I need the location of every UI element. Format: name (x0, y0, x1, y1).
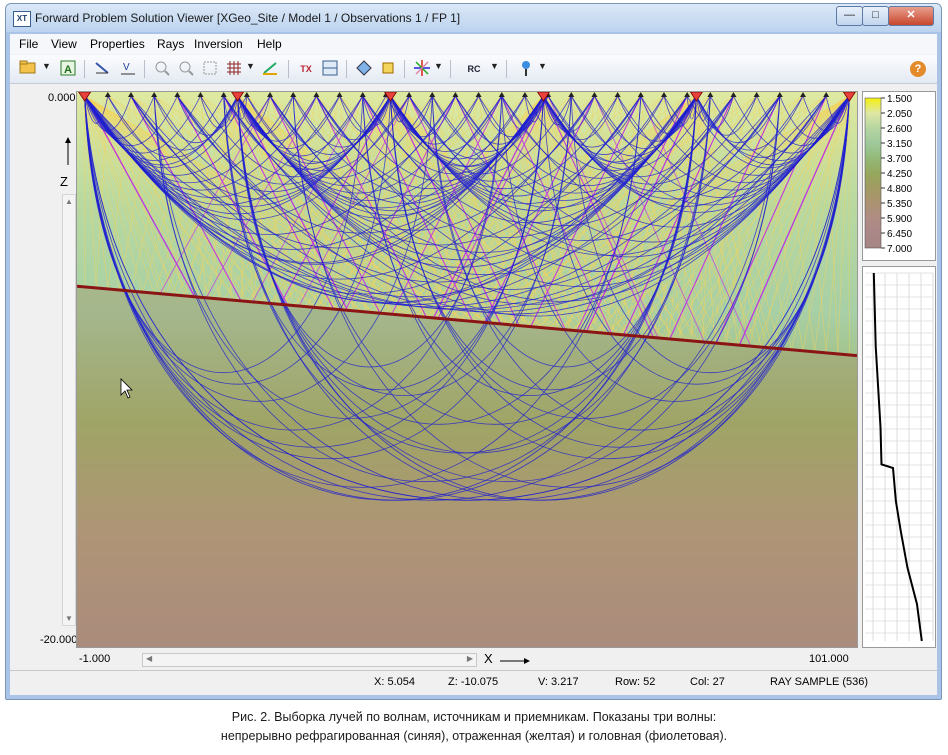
layout-icon[interactable] (320, 59, 340, 79)
client-area: File View Properties Rays Inversion Help… (10, 34, 937, 695)
ruler-icon[interactable] (92, 59, 112, 79)
status-bar: X: 5.054 Z: -10.075 V: 3.217 Row: 52 Col… (10, 670, 937, 695)
pin-dropdown-icon[interactable]: ▼ (538, 61, 547, 71)
status-col: Col: 27 (690, 676, 725, 688)
toolbar-separator (144, 60, 145, 78)
open-dropdown-icon[interactable]: ▼ (42, 61, 51, 71)
menu-file[interactable]: File (19, 37, 38, 51)
colorscale-label: 4.800 (887, 184, 912, 195)
colorscale-label: 3.700 (887, 154, 912, 165)
x-right-label: 101.000 (809, 653, 849, 665)
pin-icon[interactable] (516, 59, 536, 79)
x-axis-arrow-icon (500, 654, 530, 668)
v-arrow-icon[interactable]: V (118, 59, 138, 79)
svg-text:A: A (64, 64, 72, 76)
figure-caption-line1: Рис. 2. Выборка лучей по волнам, источни… (231, 710, 717, 724)
colorscale-label: 2.050 (887, 109, 912, 120)
title-bar[interactable]: XT Forward Problem Solution Viewer [XGeo… (6, 4, 941, 32)
status-v: V: 3.217 (538, 676, 579, 688)
toolbar-separator (450, 60, 451, 78)
close-button[interactable]: ✕ (888, 6, 934, 26)
menu-help[interactable]: Help (257, 37, 282, 51)
velocity-curve (872, 272, 923, 642)
colorscale-label: 5.350 (887, 199, 912, 210)
status-z: Z: -10.075 (448, 676, 499, 688)
zoom-out-icon[interactable] (176, 59, 196, 79)
status-x: X: 5.054 (374, 676, 415, 688)
grid-icon[interactable] (224, 59, 244, 79)
menu-view[interactable]: View (51, 37, 77, 51)
y-bottom-label: -20.000 (40, 634, 78, 646)
star-icon[interactable] (412, 59, 432, 79)
status-mode: RAY SAMPLE (536) (770, 676, 869, 688)
vertical-scrollbar[interactable]: ▲ ▼ (62, 194, 76, 626)
status-row: Row: 52 (615, 676, 656, 688)
fill-icon[interactable] (354, 59, 374, 79)
toolbar-separator (346, 60, 347, 78)
window-title: Forward Problem Solution Viewer [XGeo_Si… (35, 11, 461, 25)
app-icon: XT (13, 11, 31, 27)
toolbar: ▼ A V ▼ TX ▼ RC ▼ ▼ ? (10, 55, 937, 84)
crop-icon[interactable] (378, 59, 398, 79)
colorscale-label: 4.250 (887, 169, 912, 180)
z-axis-arrow-icon (64, 137, 72, 168)
toolbar-separator (84, 60, 85, 78)
zoom-fit-icon[interactable] (200, 59, 220, 79)
scroll-right-icon[interactable]: ▶ (467, 654, 473, 663)
figure-caption-line2: непрерывно рефрагированная (синяя), отра… (220, 729, 728, 743)
x-left-label: -1.000 (79, 653, 111, 665)
colorscale-label: 2.600 (887, 124, 912, 135)
ray-plot[interactable] (76, 91, 858, 648)
menu-bar: File View Properties Rays Inversion Help (10, 34, 937, 54)
menu-properties[interactable]: Properties (90, 37, 145, 51)
colorscale-bar (864, 97, 882, 249)
toolbar-separator (404, 60, 405, 78)
y-top-label: 0.000 (48, 92, 76, 104)
scroll-left-icon[interactable]: ◀ (146, 654, 152, 663)
z-axis-label: Z (60, 174, 68, 189)
app-window: XT Forward Problem Solution Viewer [XGeo… (5, 3, 942, 700)
help-icon[interactable]: ? (910, 61, 926, 77)
x-axis-label: X (484, 651, 493, 666)
open-icon[interactable] (18, 59, 38, 79)
maximize-button[interactable]: □ (862, 6, 889, 26)
colorscale-label: 7.000 (887, 244, 912, 255)
tx-icon[interactable]: TX (296, 59, 316, 79)
text-a-icon[interactable]: A (58, 59, 78, 79)
colorscale-label: 1.500 (887, 94, 912, 105)
scroll-up-icon[interactable]: ▲ (65, 197, 73, 206)
rc-dropdown-icon[interactable]: ▼ (490, 61, 499, 71)
zoom-in-icon[interactable] (152, 59, 172, 79)
scroll-down-icon[interactable]: ▼ (65, 614, 73, 623)
line-tool-icon[interactable] (260, 59, 280, 79)
star-dropdown-icon[interactable]: ▼ (434, 61, 443, 71)
horizontal-scrollbar[interactable]: ◀ ▶ (142, 653, 477, 667)
toolbar-separator (506, 60, 507, 78)
svg-text:V: V (123, 62, 130, 73)
minimize-button[interactable]: — (836, 6, 863, 26)
menu-inversion[interactable]: Inversion (194, 37, 243, 51)
colorscale-label: 6.450 (887, 229, 912, 240)
toolbar-separator (288, 60, 289, 78)
velocity-colorscale: 1.500 2.050 2.600 3.150 3.700 4.250 4.800 5.350… (862, 91, 936, 261)
menu-rays[interactable]: Rays (157, 37, 184, 51)
colorscale-label: 5.900 (887, 214, 912, 225)
colorscale-label: 3.150 (887, 139, 912, 150)
rc-icon[interactable]: RC (462, 59, 486, 79)
grid-dropdown-icon[interactable]: ▼ (246, 61, 255, 71)
velocity-profile (862, 266, 936, 648)
